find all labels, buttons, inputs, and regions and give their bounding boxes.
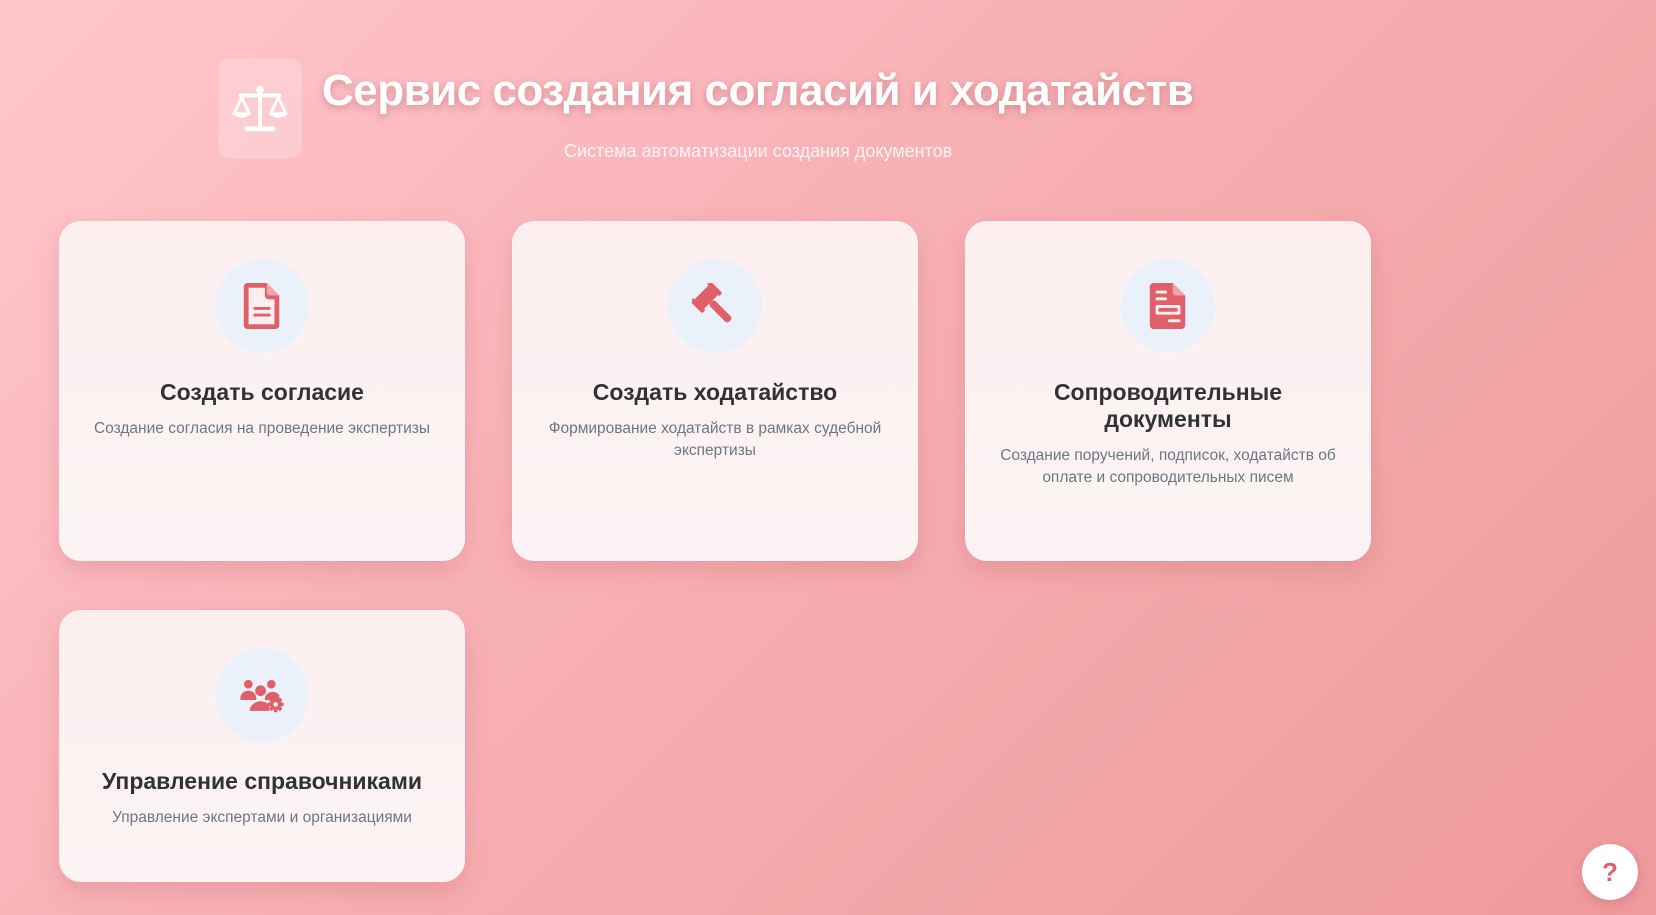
help-button[interactable]: ? [1582, 844, 1638, 900]
card-icon-circle [1121, 259, 1215, 353]
logo [218, 58, 302, 159]
file-text-icon [243, 283, 280, 329]
users-cog-icon [240, 679, 284, 713]
manage-directories-card[interactable]: Управление справочниками Управление эксп… [59, 610, 465, 882]
card-icon-circle [215, 648, 309, 742]
card-description: Создание поручений, подписок, ходатайств… [1000, 447, 1336, 486]
card-icon-circle [668, 259, 762, 353]
page-title: Сервис создания согласий и ходатайств [322, 66, 1194, 115]
card-title: Сопроводительные документы [1053, 379, 1283, 432]
scales-icon [232, 85, 288, 131]
card-description: Управление экспертами и организациями [112, 809, 412, 826]
card-title: Создать согласие [160, 379, 364, 405]
card-description: Создание согласия на проведение эксперти… [93, 420, 431, 437]
gavel-icon [692, 283, 732, 323]
card-description: Формирование ходатайств в рамках судебно… [548, 420, 882, 459]
create-petition-card[interactable]: Создать ходатайство Формирование ходатай… [512, 221, 918, 561]
card-title: Создать ходатайство [592, 379, 838, 405]
card-title: Управление справочниками [102, 768, 422, 794]
file-invoice-icon [1149, 283, 1186, 329]
page-subtitle: Система автоматизации создания документо… [564, 141, 953, 161]
card-icon-circle [215, 259, 309, 353]
accompanying-documents-card[interactable]: Сопроводительные документы Создание пору… [965, 221, 1371, 561]
page-header: Сервис создания согласий и ходатайств Си… [218, 58, 1218, 168]
create-consent-card[interactable]: Создать согласие Создание согласия на пр… [59, 221, 465, 561]
